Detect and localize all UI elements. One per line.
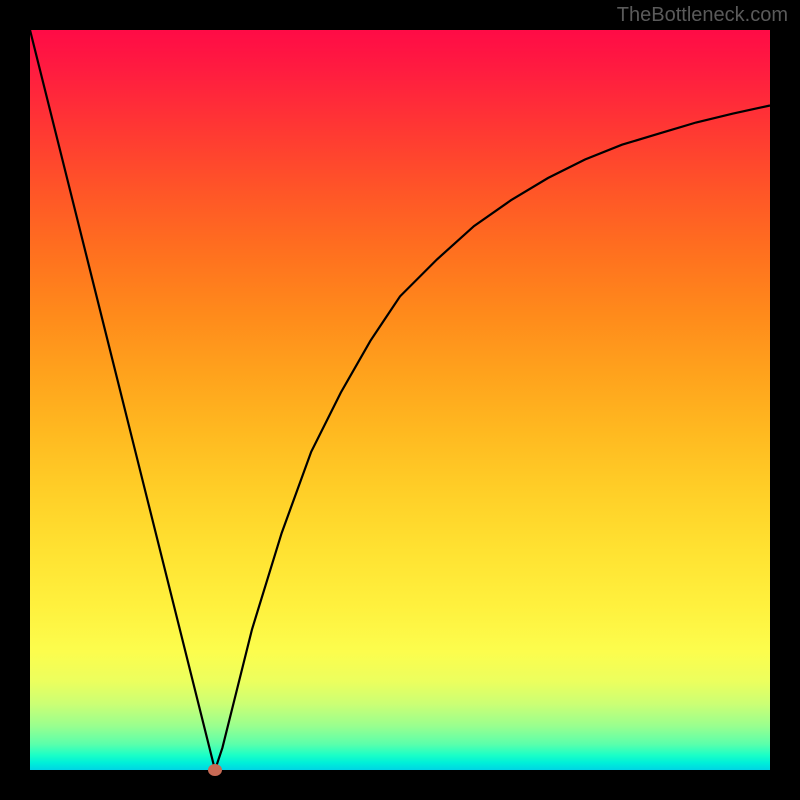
plot-area (30, 30, 770, 770)
minimum-marker (208, 764, 222, 776)
bottleneck-curve (30, 30, 770, 770)
watermark-text: TheBottleneck.com (617, 4, 788, 27)
